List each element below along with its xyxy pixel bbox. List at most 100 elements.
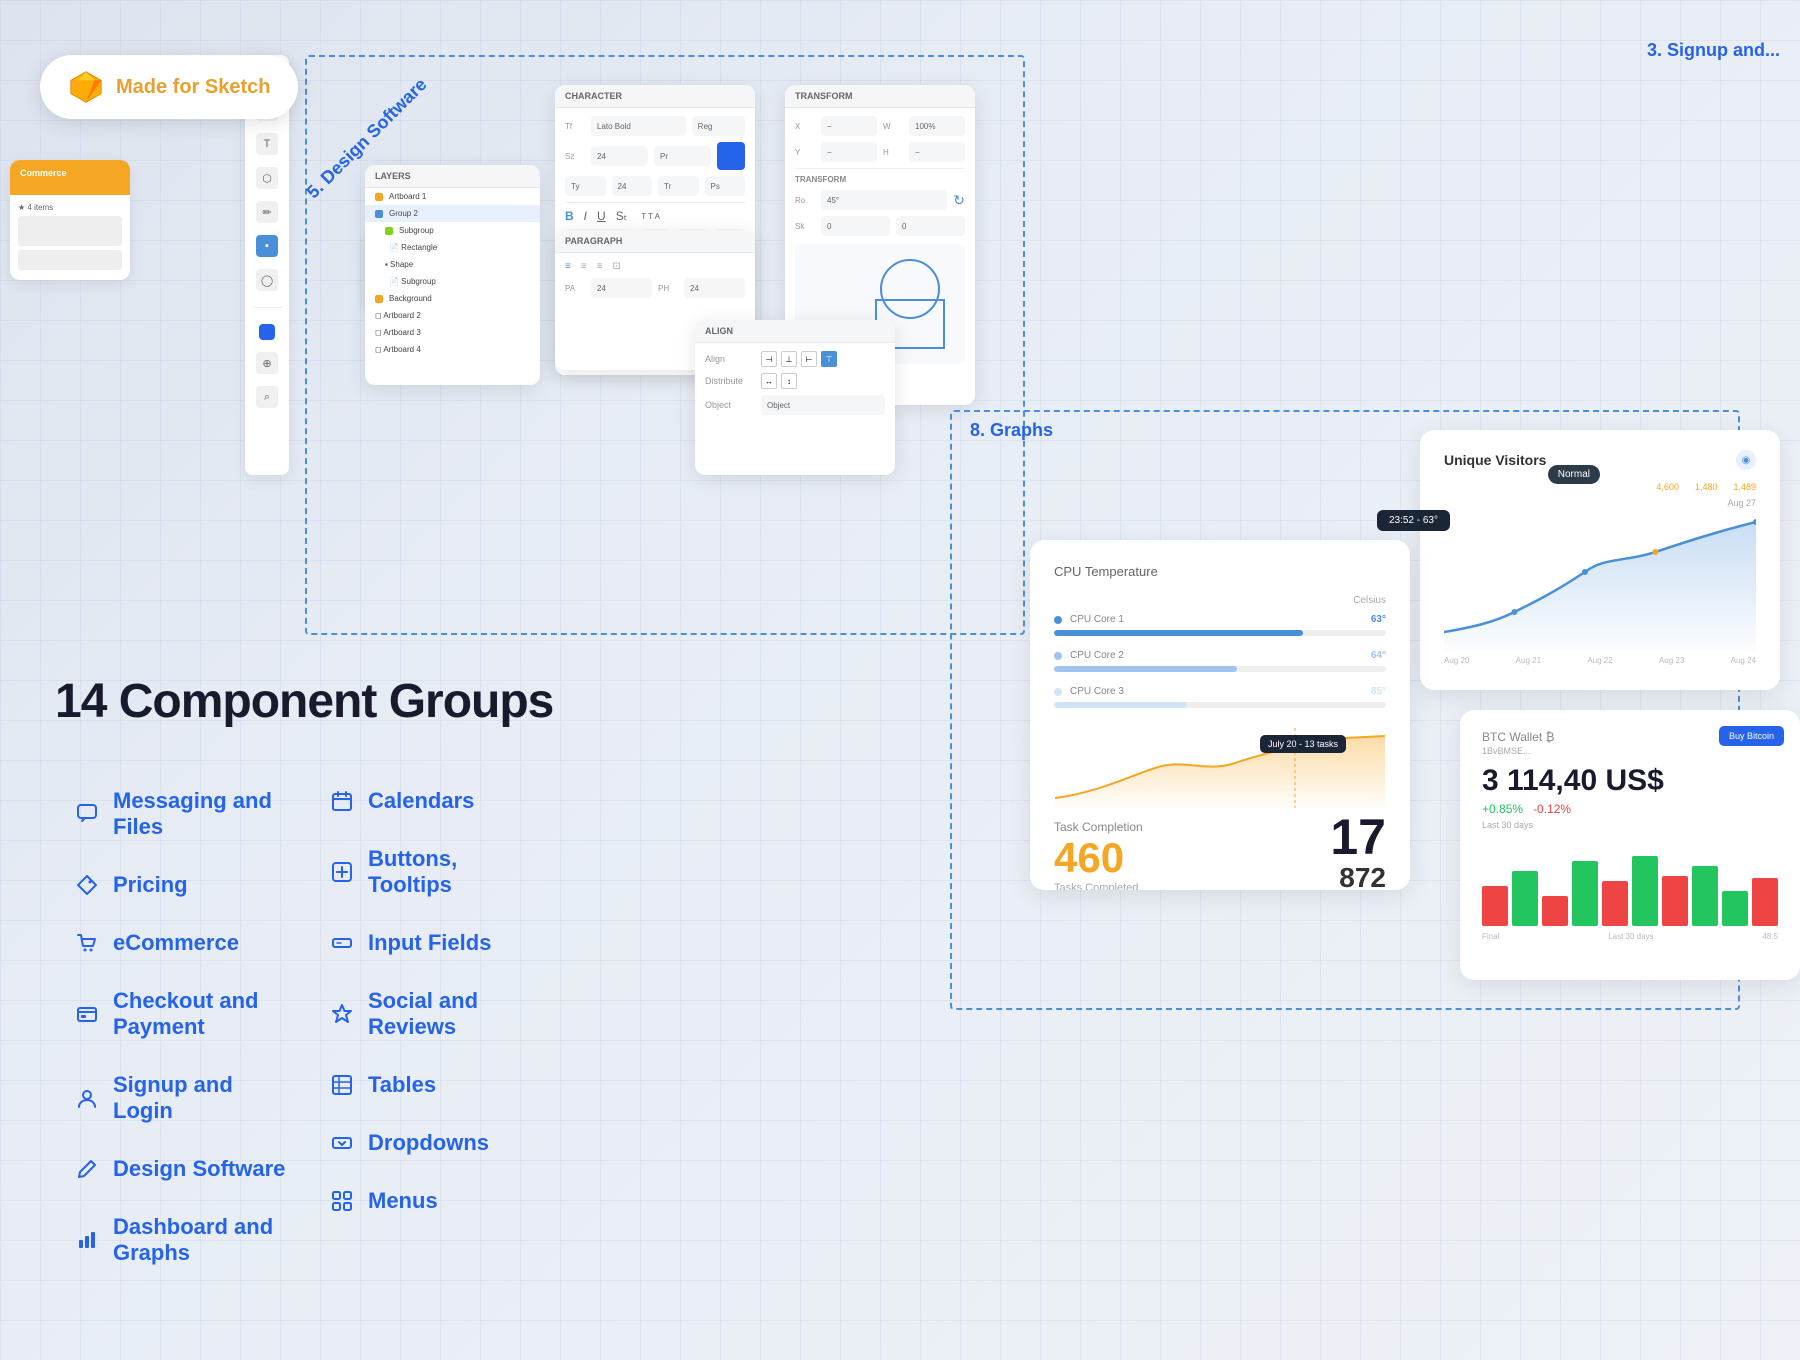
cpu-title: CPU Temperature — [1054, 564, 1386, 579]
task-completion-area: July 20 - 13 tasks Task Completion 460 T… — [1054, 728, 1386, 890]
comp-pricing-label: Pricing — [113, 872, 188, 898]
cart-icon — [75, 931, 99, 955]
eye-icon: ◉ — [1736, 450, 1756, 470]
task-total-stat: 17 872 — [1330, 812, 1386, 890]
cpu-core3-label: CPU Core 3 85° — [1054, 686, 1386, 697]
cpu-core2-track — [1054, 666, 1386, 672]
table-icon — [330, 1073, 354, 1097]
cpu-core1-group: CPU Core 1 63° — [1054, 614, 1386, 636]
component-groups-panel: 14 Component Groups Messaging and Files — [0, 624, 620, 1360]
comp-buttons[interactable]: Buttons, Tooltips — [310, 832, 565, 912]
toolbar-rect-icon[interactable]: ▪ — [256, 235, 278, 257]
layer-subgroup2: 📄 Subgroup — [365, 273, 540, 290]
cpu-temperature-card: CPU Temperature Celsius CPU Core 1 63° C… — [1030, 540, 1410, 890]
comp-calendars[interactable]: Calendars — [310, 774, 565, 828]
comp-messaging[interactable]: Messaging and Files — [55, 774, 310, 854]
candle-chart — [1482, 846, 1778, 926]
sketch-layers-panel: LAYERS Artboard 1 Group 2 Subgroup 📄 Rec… — [365, 165, 540, 385]
visitor-stat-1: 4,600 — [1656, 482, 1679, 492]
toolbar-divider — [251, 307, 283, 308]
tc-value: 460 — [1054, 834, 1143, 882]
ecommerce-preview: Commerce ★ 4 items — [10, 160, 130, 280]
star-icon — [330, 1002, 354, 1026]
july-tooltip: July 20 - 13 tasks — [1260, 735, 1346, 753]
visitors-card: Unique Visitors ◉ 4,600 1,480 1,489 Aug … — [1420, 430, 1780, 690]
comp-menus[interactable]: Menus — [310, 1174, 565, 1228]
toolbar-pen-icon: ✏ — [256, 201, 278, 223]
layer-artboard2: ◻ Artboard 2 — [365, 307, 540, 324]
visitors-header: Unique Visitors ◉ — [1444, 450, 1756, 470]
comp-ecommerce[interactable]: eCommerce — [55, 916, 310, 970]
comp-social-label: Social and Reviews — [368, 988, 545, 1040]
graphs-section: 8. Graphs Unique Visitors ◉ 4,600 1,480 … — [950, 410, 1800, 1010]
bar-chart-icon — [75, 1228, 99, 1252]
comp-dropdowns[interactable]: Dropdowns — [310, 1116, 565, 1170]
aug-label: Aug 27 — [1444, 498, 1756, 508]
task-number: 17 — [1330, 812, 1386, 862]
toolbar-zoom-icon: ⊕ — [256, 352, 278, 374]
comp-ecommerce-label: eCommerce — [113, 930, 239, 956]
cpu-core2-group: CPU Core 2 64° — [1054, 650, 1386, 672]
layers-header: LAYERS — [365, 165, 540, 188]
ecommerce-header: Commerce — [10, 160, 130, 195]
cpu-core3-track — [1054, 702, 1386, 708]
temperature-badge: 23:52 - 63° — [1377, 510, 1450, 531]
visitors-chart — [1444, 512, 1756, 652]
para-header: PARAGRAPH — [555, 230, 755, 253]
comp-calendars-label: Calendars — [368, 788, 474, 814]
toolbar-search-icon: ⌕ — [256, 386, 278, 408]
components-grid: Messaging and Files Pricing — [55, 774, 565, 1280]
visitor-stat-3: 1,489 — [1733, 482, 1756, 492]
task-total: 872 — [1330, 862, 1386, 890]
panel-title: 14 Component Groups — [55, 674, 565, 729]
toolbar-shape-icon: ⬡ — [256, 167, 278, 189]
visitors-title: Unique Visitors — [1444, 452, 1546, 468]
layer-artboard1: Artboard 1 — [365, 188, 540, 205]
comp-signup[interactable]: Signup and Login — [55, 1058, 310, 1138]
comp-pricing[interactable]: Pricing — [55, 858, 310, 912]
celsius-label: Celsius — [1054, 595, 1386, 606]
user-icon — [75, 1086, 99, 1110]
input-field-icon — [330, 931, 354, 955]
pen-icon — [75, 1157, 99, 1181]
normal-badge: Normal — [1548, 465, 1600, 484]
visitors-x-labels: Aug 20Aug 21Aug 22Aug 23Aug 24 — [1444, 656, 1756, 665]
sketch-align-panel: ALIGN Align ⊣ ⊥ ⊢ ⊤ Distribute ↔ ↕ Objec — [695, 320, 895, 475]
btc-down: -0.12% — [1533, 802, 1571, 816]
comp-tables[interactable]: Tables — [310, 1058, 565, 1112]
comp-signup-label: Signup and Login — [113, 1072, 290, 1124]
comp-tables-label: Tables — [368, 1072, 436, 1098]
tc-label: Task Completion — [1054, 820, 1143, 834]
comp-design[interactable]: Design Software — [55, 1142, 310, 1196]
sketch-logo-icon — [68, 69, 104, 105]
cpu-core3-group: CPU Core 3 85° — [1054, 686, 1386, 708]
tc-sub: Tasks Completed — [1054, 882, 1143, 890]
btc-address: 1BvBMSE... — [1482, 746, 1778, 756]
comp-dashboard[interactable]: Dashboard and Graphs — [55, 1200, 310, 1280]
comp-dropdowns-label: Dropdowns — [368, 1130, 489, 1156]
grid-icon — [330, 1189, 354, 1213]
buy-bitcoin-button[interactable]: Buy Bitcoin — [1719, 726, 1784, 746]
cpu-core2-label: CPU Core 2 64° — [1054, 650, 1386, 661]
comp-checkout[interactable]: Checkout and Payment — [55, 974, 310, 1054]
sketch-badge: Made for Sketch — [40, 55, 298, 119]
toolbar-color-icon — [259, 324, 275, 340]
layer-group2: Group 2 — [365, 205, 540, 222]
tag-icon — [75, 873, 99, 897]
comp-checkout-label: Checkout and Payment — [113, 988, 290, 1040]
comp-social[interactable]: Social and Reviews — [310, 974, 565, 1054]
comp-inputs[interactable]: Input Fields — [310, 916, 565, 970]
chevron-down-icon — [330, 1131, 354, 1155]
graphs-section-label: 8. Graphs — [970, 420, 1053, 441]
layer-bg: Background — [365, 290, 540, 307]
char-header: CHARACTER — [555, 85, 755, 108]
component-col-right: Calendars Buttons, Tooltips — [310, 774, 565, 1280]
align-header: ALIGN — [695, 320, 895, 343]
btc-up: +0.85% — [1482, 802, 1523, 816]
design-software-section: 5. Design Software ✦ ◻ T ⬡ ✏ ▪ ◯ ⊕ ⌕ ☑ A… — [245, 55, 1025, 635]
comp-menus-label: Menus — [368, 1188, 438, 1214]
btc-x-labels: FinalLast 30 days48.5 — [1482, 932, 1778, 941]
cpu-core1-label: CPU Core 1 63° — [1054, 614, 1386, 625]
component-col-left: Messaging and Files Pricing — [55, 774, 310, 1280]
layer-artboard4: ◻ Artboard 4 — [365, 341, 540, 358]
